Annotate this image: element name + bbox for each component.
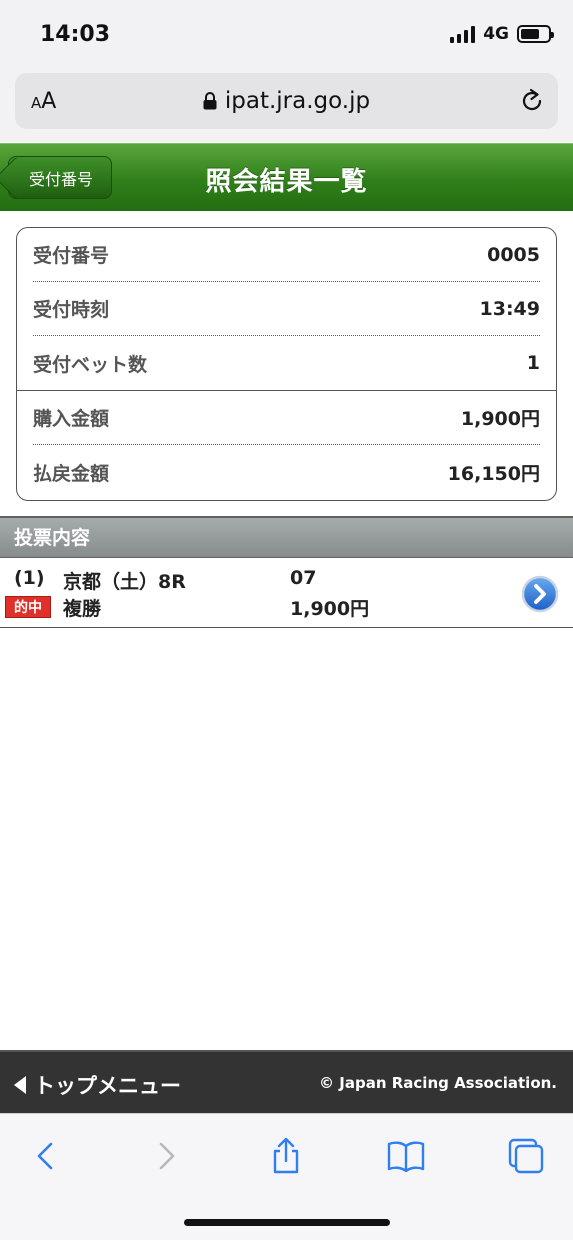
lock-icon [203,92,217,110]
url-text: ipat.jra.go.jp [224,88,371,114]
network-type: 4G [483,24,509,44]
url-display[interactable]: ipat.jra.go.jp [15,88,558,114]
chevron-circle-right-icon[interactable] [521,575,559,613]
summary-value: 1,900円 [460,408,540,430]
summary-value: 13:49 [479,297,540,320]
top-menu-link[interactable]: トップメニュー [14,1070,181,1100]
triangle-left-icon [14,1076,26,1094]
app-header: 受付番号 照会結果一覧 [0,143,573,211]
summary-value: 0005 [487,243,540,266]
signal-icon [450,25,476,43]
back-button-label: 受付番号 [29,169,94,189]
summary-label: 受付ベット数 [33,353,148,376]
chevron-right-icon[interactable] [146,1136,186,1176]
chevron-left-icon[interactable] [26,1136,66,1176]
reload-icon[interactable] [518,87,546,115]
home-indicator [184,1219,390,1226]
summary-label: 受付番号 [33,245,110,267]
status-time: 14:03 [40,22,111,47]
summary-row-bet-count: 受付ベット数 1 [33,336,540,390]
summary-row-payout-amount: 払戻金額 16,150円 [33,445,540,499]
section-header-vote-contents: 投票内容 [0,516,573,558]
vote-number: (1) [14,567,45,589]
summary-row-purchase-amount: 購入金額 1,900円 [33,391,540,445]
vote-horse-number: 07 [290,567,317,589]
copyright-text: © Japan Racing Association. [319,1074,557,1092]
book-icon[interactable] [386,1136,426,1176]
summary-row-receipt-time: 受付時刻 13:49 [33,282,540,336]
browser-address-area: AA ipat.jra.go.jp [0,70,573,142]
battery-icon [517,25,554,43]
vote-bet-type: 複勝 [63,598,102,620]
vote-list-item[interactable]: (1) 京都（土）8R 07 的中 複勝 1,900円 [0,558,573,628]
vote-amount: 1,900円 [290,598,370,620]
status-bar: 14:03 4G [0,0,573,70]
hit-badge: 的中 [5,596,51,618]
summary-row-receipt-number: 受付番号 0005 [33,228,540,282]
summary-label: 購入金額 [33,408,110,430]
summary-value: 16,150円 [447,462,540,485]
vote-race: 京都（土）8R [63,571,186,593]
top-menu-label: トップメニュー [34,1074,181,1098]
status-indicators: 4G [450,24,554,44]
summary-label: 払戻金額 [33,462,110,485]
address-bar[interactable]: AA ipat.jra.go.jp [15,73,558,129]
tabs-icon[interactable] [506,1136,546,1176]
summary-card: 受付番号 0005 受付時刻 13:49 受付ベット数 1 購入金額 1,900… [16,227,557,501]
summary-label: 受付時刻 [33,299,110,321]
app-footer: トップメニュー © Japan Racing Association. [0,1050,573,1113]
share-icon[interactable] [266,1136,306,1176]
summary-value: 1 [526,352,540,374]
